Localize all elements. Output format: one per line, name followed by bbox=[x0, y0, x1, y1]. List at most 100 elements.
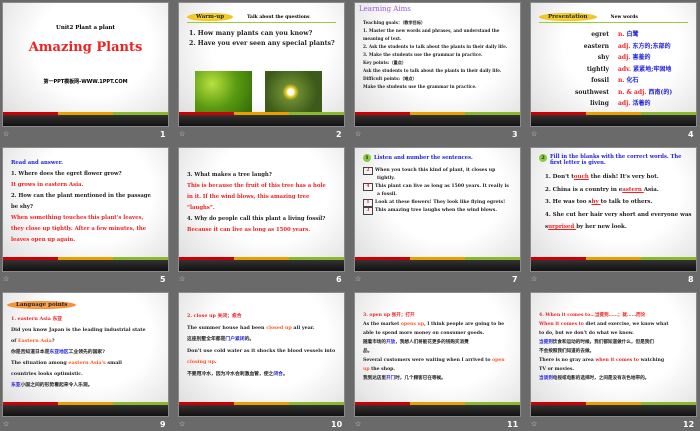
slide-thumbnail-10[interactable]: 2. close up 关闭；愈合 The summer house had be… bbox=[178, 292, 345, 417]
text-line: 1. Master the new words and phrases, and… bbox=[363, 27, 512, 35]
text-segment: There is no gray area bbox=[539, 358, 596, 363]
slide-transition-icon[interactable]: ☆ bbox=[3, 130, 9, 138]
text-line: Make the students use the grammar in pra… bbox=[363, 83, 512, 91]
text-segment: leaves open up again. bbox=[11, 237, 76, 243]
text-line: Because it can live as long as 1500 year… bbox=[187, 225, 336, 236]
slide-thumbnail-11[interactable]: 3. open up 张开；打开 As the market opens up, … bbox=[354, 292, 521, 417]
text-segment: The summer house had been bbox=[187, 324, 267, 331]
slide-transition-icon[interactable]: ☆ bbox=[3, 420, 9, 428]
text-segment: 4. When it comes to…当提到……；就……而论 bbox=[539, 313, 646, 318]
slide-transition-icon[interactable]: ☆ bbox=[355, 420, 361, 428]
sentence-text: This plant can live as long as 1500 year… bbox=[375, 184, 509, 189]
slide-thumbnail-12[interactable]: 4. When it comes to…当提到……；就……而论 When it c… bbox=[530, 292, 697, 417]
slide-thumbnail-5[interactable]: Read and answer. 1. Where does the egret … bbox=[2, 147, 169, 272]
vocab-word: shy bbox=[597, 54, 609, 61]
text-segment: small bbox=[105, 360, 122, 366]
slide-thumbnail-9[interactable]: Language points 1. eastern Asia 东亚 Did you… bbox=[2, 292, 169, 417]
slide-transition-icon[interactable]: ☆ bbox=[179, 130, 185, 138]
text-line: 2. How can the plant mentioned in the pa… bbox=[11, 191, 160, 202]
section-pill: Warm-up bbox=[187, 13, 234, 21]
part-of-speech: n. bbox=[618, 77, 627, 84]
vocab-meaning: adj. 害羞的 bbox=[618, 52, 688, 64]
meaning: 化石 bbox=[626, 77, 639, 84]
slide-transition-icon[interactable]: ☆ bbox=[531, 420, 537, 428]
text-segment: 开门 bbox=[385, 376, 396, 381]
slide-thumbnail-4[interactable]: Presentation New words egret n. 白鹭 eastern ad… bbox=[530, 2, 697, 127]
text-line: 1. eastern Asia 东亚 bbox=[11, 314, 160, 325]
text-line: up the shop. bbox=[363, 365, 512, 374]
slide-footer-text: 第一PPT模板网-WWW.1PPT.COM bbox=[43, 79, 128, 85]
slide-transition-icon[interactable]: ☆ bbox=[3, 275, 9, 283]
text-segment: all year. bbox=[291, 324, 315, 331]
slide-transition-icon[interactable]: ☆ bbox=[531, 275, 537, 283]
text-line: 2. China is a country in eastern Asia. bbox=[539, 184, 688, 197]
vocab-word: living bbox=[590, 100, 609, 107]
slide-footer-bar bbox=[531, 115, 696, 126]
slide-thumbnail-3[interactable]: Learning Aims Teaching goals：（教学目标） 1. Mas… bbox=[354, 2, 521, 127]
text-line: 2. Have you ever seen any special plants… bbox=[189, 39, 336, 49]
text-segment: 3. What makes a tree laugh? bbox=[187, 172, 272, 178]
text-line: It grows in eastern Asia. bbox=[11, 180, 160, 191]
text-line: 我到达店里开门时，几个顾客已在等候。 bbox=[363, 374, 512, 383]
slide-transition-icon[interactable]: ☆ bbox=[355, 130, 361, 138]
text-segment: Eastern Asia bbox=[17, 338, 52, 344]
slide-title: Learning Aims bbox=[359, 5, 411, 13]
text-line: 不会按照我们知道的去做。 bbox=[539, 347, 688, 356]
text-segment: Teaching goals：（教学目标） bbox=[363, 20, 426, 25]
text-segment: meaning of text. bbox=[363, 36, 402, 41]
text-segment: opens up bbox=[400, 322, 425, 327]
slide-thumbnail-2[interactable]: Warm-up Talk about the questions 1. How ma… bbox=[178, 2, 345, 127]
text-segment: Key points:（重点） bbox=[363, 60, 407, 65]
text-segment: 3. open up 张开；打开 bbox=[363, 313, 415, 318]
slide-content: 1 Listen and number the sentences. 2 When y… bbox=[355, 148, 520, 255]
text-segment: As the market bbox=[363, 322, 401, 327]
text-line: 随着市场的开放，我想人们将能花更多的钱购买消费 bbox=[363, 338, 512, 347]
slide-transition-icon[interactable]: ☆ bbox=[179, 420, 185, 428]
text-line: “laughs”. bbox=[187, 203, 336, 214]
text-segment: 随着市场的 bbox=[363, 340, 386, 345]
slide-content: 3. What makes a tree laugh? This is beca… bbox=[179, 148, 344, 255]
text-segment: 3. Make the students use the grammar in … bbox=[363, 52, 483, 57]
text-segment: countries looks optimistic. bbox=[11, 371, 83, 377]
text-segment: 时，几个顾客已在等候。 bbox=[395, 376, 446, 381]
vocab-meaning: adj. 活着的 bbox=[618, 98, 688, 110]
text-segment: when it comes to bbox=[595, 358, 639, 363]
text-line: 1. Don't touch the dish! It's very hot. bbox=[539, 171, 688, 184]
text-line: 2. close up 关闭；愈合 bbox=[187, 311, 336, 323]
text-line: Don't use cold water as it shocks the bl… bbox=[187, 346, 336, 358]
slide-thumbnail-1[interactable]: Unit2 Plant a plant Amazing Plants 第一PPT模板… bbox=[2, 2, 169, 127]
slide-thumbnail-8[interactable]: 2 Fill in the blanks with the correct wor… bbox=[530, 147, 697, 272]
slide-subtitle: Unit2 Plant a plant bbox=[56, 25, 115, 31]
part-of-speech: adv. bbox=[618, 65, 634, 73]
slide-transition-icon[interactable]: ☆ bbox=[355, 275, 361, 283]
vocab-word: egret bbox=[591, 31, 609, 38]
slide-content: Read and answer. 1. Where does the egret … bbox=[3, 148, 168, 255]
sentence-text: When you touch this kind of plant, it cl… bbox=[375, 168, 496, 173]
text-line: 4. Why do people call this plant a livin… bbox=[187, 214, 336, 225]
vocab-meaning: n. 白鹭 bbox=[618, 29, 688, 41]
section-subtitle: New words bbox=[610, 14, 638, 20]
text-segment: 门户紧闭 bbox=[225, 336, 245, 342]
meaning: 害羞的 bbox=[632, 54, 651, 61]
text-segment: 1. eastern Asia 东亚 bbox=[11, 316, 63, 322]
sentence-text: Look at these flowers! They look like fl… bbox=[375, 200, 506, 205]
text-segment: urprised bbox=[548, 224, 577, 230]
text-line: 你是否知道日本是东亚地区工业领先的国家? bbox=[11, 347, 160, 358]
step-number-badge: 2 bbox=[539, 154, 547, 162]
text-segment: 1. Master the new words and phrases, and… bbox=[363, 28, 500, 33]
text-segment: 2. How can the plant mentioned in the pa… bbox=[11, 193, 151, 199]
text-segment: the shop. bbox=[369, 367, 395, 372]
text-segment: closing up bbox=[187, 359, 215, 365]
text-segment: closed up bbox=[266, 324, 292, 331]
text-line: 当提到饮食和运动的时候，我们都知道做什么，但是我们 bbox=[539, 338, 688, 347]
slide-transition-icon[interactable]: ☆ bbox=[179, 275, 185, 283]
slide-number: 9 bbox=[160, 420, 166, 429]
text-line: closing up. bbox=[187, 357, 336, 369]
slide-thumbnail-7[interactable]: 1 Listen and number the sentences. 2 When y… bbox=[354, 147, 521, 272]
sentence-item: 3 This amazing tree laughs when the wind … bbox=[363, 207, 512, 215]
text-segment: 这座别墅全年都是 bbox=[187, 336, 226, 342]
text-segment: by her new look. bbox=[576, 224, 627, 230]
slide-thumbnail-6[interactable]: 3. What makes a tree laugh? This is beca… bbox=[178, 147, 345, 272]
slide-transition-icon[interactable]: ☆ bbox=[531, 130, 537, 138]
text-segment: able to spend more money on consumer goo… bbox=[363, 331, 485, 336]
